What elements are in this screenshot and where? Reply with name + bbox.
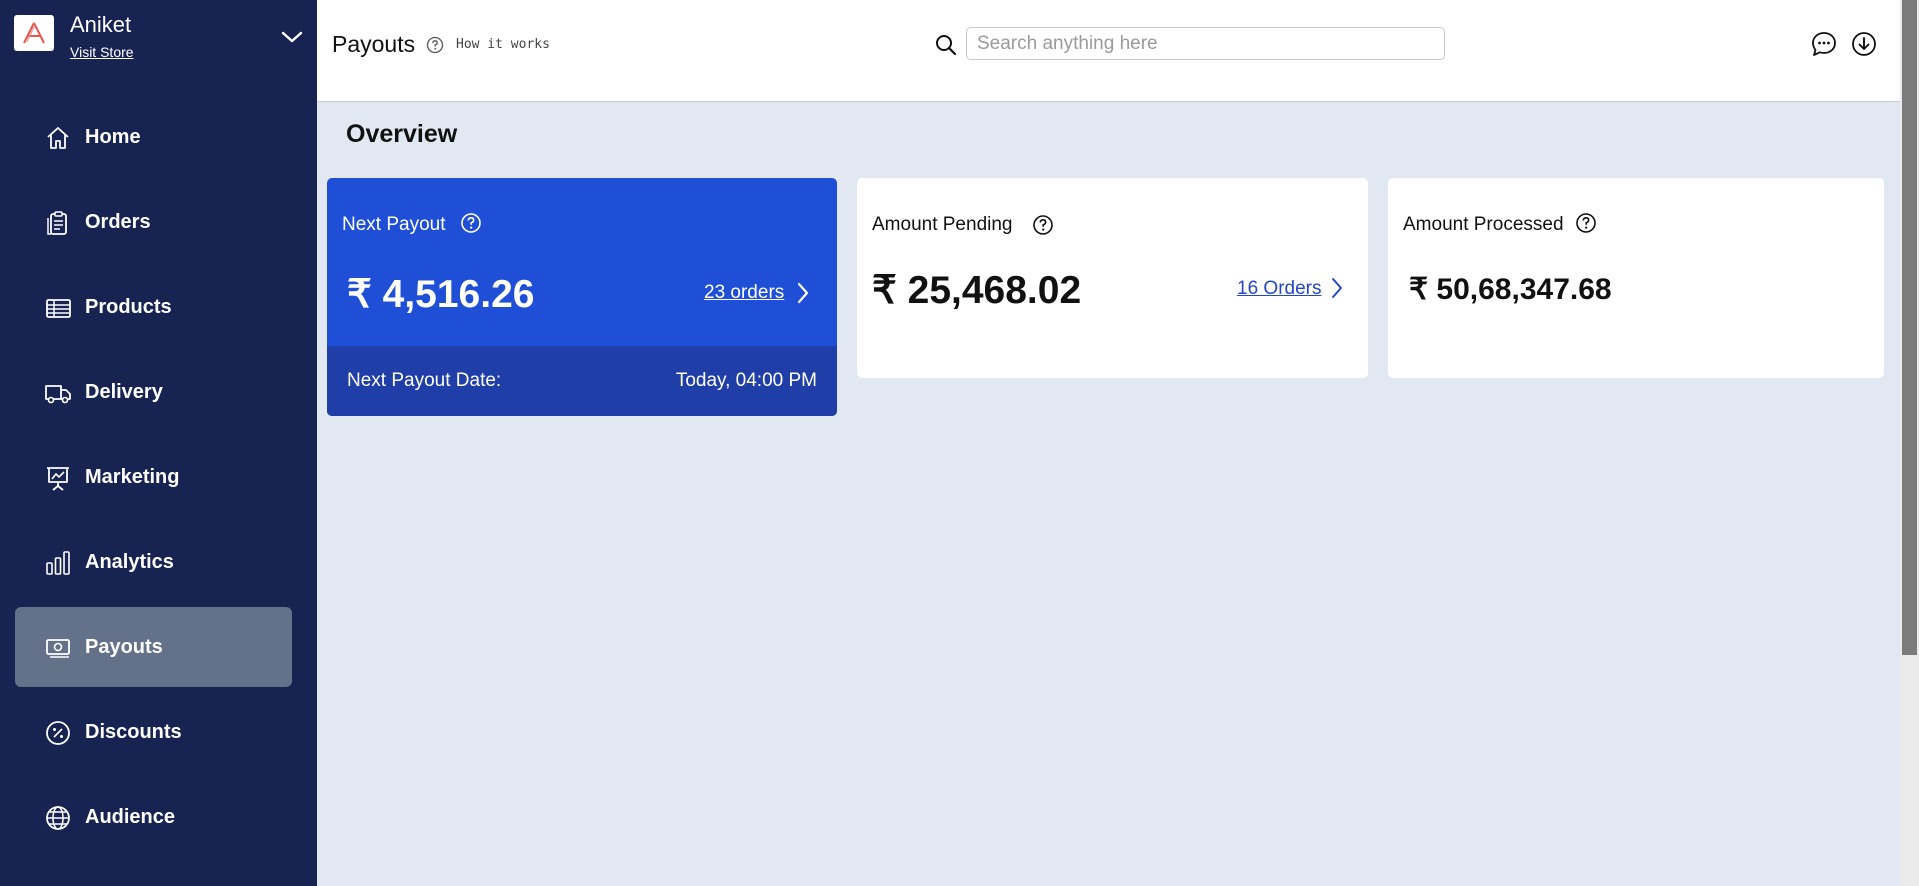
money-icon [44, 634, 72, 662]
clipboard-icon [44, 209, 72, 237]
globe-icon [44, 804, 72, 832]
chat-bubble-icon[interactable] [1810, 30, 1838, 58]
next-payout-title: Next Payout [342, 214, 446, 235]
sidebar-item-label: Orders [85, 210, 151, 233]
amount-pending-value: ₹ 25,468.02 [872, 269, 1082, 312]
sidebar-item-audience[interactable]: Audience [15, 777, 292, 857]
percent-badge-icon [44, 719, 72, 747]
next-payout-orders-link[interactable]: 23 orders [704, 282, 784, 304]
sidebar-item-label: Marketing [85, 465, 180, 488]
search-icon [934, 33, 958, 57]
next-payout-date-value: Today, 04:00 PM [675, 370, 817, 391]
home-icon [44, 124, 72, 152]
presentation-chart-icon [44, 464, 72, 492]
page-title: Payouts [332, 31, 416, 57]
sidebar-item-label: Products [85, 295, 172, 318]
sidebar-item-home[interactable]: Home [15, 97, 292, 177]
sidebar-item-discounts[interactable]: Discounts [15, 692, 292, 772]
amount-processed-title: Amount Processed [1403, 214, 1564, 235]
store-name: Aniket [70, 12, 132, 37]
question-circle-icon[interactable] [1032, 214, 1054, 236]
scrollbar-thumb[interactable] [1902, 0, 1917, 655]
sidebar-item-label: Analytics [85, 550, 174, 573]
next-payout-footer: Next Payout Date: Today, 04:00 PM [327, 346, 837, 416]
top-bar: Payouts How it works [317, 0, 1900, 102]
sidebar-item-label: Discounts [85, 720, 182, 743]
truck-icon [44, 379, 72, 407]
visit-store-link[interactable]: Visit Store [70, 44, 134, 60]
sidebar-item-analytics[interactable]: Analytics [15, 522, 292, 602]
sidebar-item-orders[interactable]: Orders [15, 182, 292, 262]
overview-heading: Overview [346, 120, 458, 148]
next-payout-card: Next Payout ₹ 4,516.26 23 orders Next Pa… [327, 178, 837, 416]
amount-pending-orders-link[interactable]: 16 Orders [1237, 278, 1321, 300]
store-header: Aniket Visit Store [0, 0, 317, 70]
sidebar-item-products[interactable]: Products [15, 267, 292, 347]
sidebar-item-label: Payouts [85, 635, 163, 658]
next-payout-amount: ₹ 4,516.26 [347, 273, 535, 316]
question-circle-icon[interactable] [426, 36, 444, 54]
amount-processed-value: ₹ 50,68,347.68 [1409, 273, 1612, 306]
download-circle-icon[interactable] [1850, 30, 1878, 58]
sidebar-item-delivery[interactable]: Delivery [15, 352, 292, 432]
chevron-down-icon[interactable] [277, 24, 307, 50]
amount-pending-card: Amount Pending ₹ 25,468.02 16 Orders [857, 178, 1368, 378]
sidebar-item-label: Home [85, 125, 141, 148]
next-payout-date-label: Next Payout Date: [347, 370, 502, 391]
how-it-works-link[interactable]: How it works [456, 37, 550, 52]
sidebar-item-label: Delivery [85, 380, 163, 403]
amount-pending-title: Amount Pending [872, 214, 1013, 235]
sidebar-item-marketing[interactable]: Marketing [15, 437, 292, 517]
question-circle-icon[interactable] [460, 212, 482, 234]
table-icon [44, 294, 72, 322]
question-circle-icon[interactable] [1575, 212, 1597, 234]
scrollbar[interactable] [1900, 0, 1919, 886]
store-logo [14, 15, 54, 51]
bar-chart-icon [44, 549, 72, 577]
search-input[interactable] [966, 27, 1445, 60]
sidebar: Aniket Visit Store Home Orders Products … [0, 0, 317, 886]
chevron-right-icon[interactable] [1329, 276, 1345, 300]
amount-processed-card: Amount Processed ₹ 50,68,347.68 [1388, 178, 1884, 378]
sidebar-item-payouts[interactable]: Payouts [15, 607, 292, 687]
chevron-right-icon[interactable] [795, 281, 811, 305]
sidebar-item-label: Audience [85, 805, 176, 828]
